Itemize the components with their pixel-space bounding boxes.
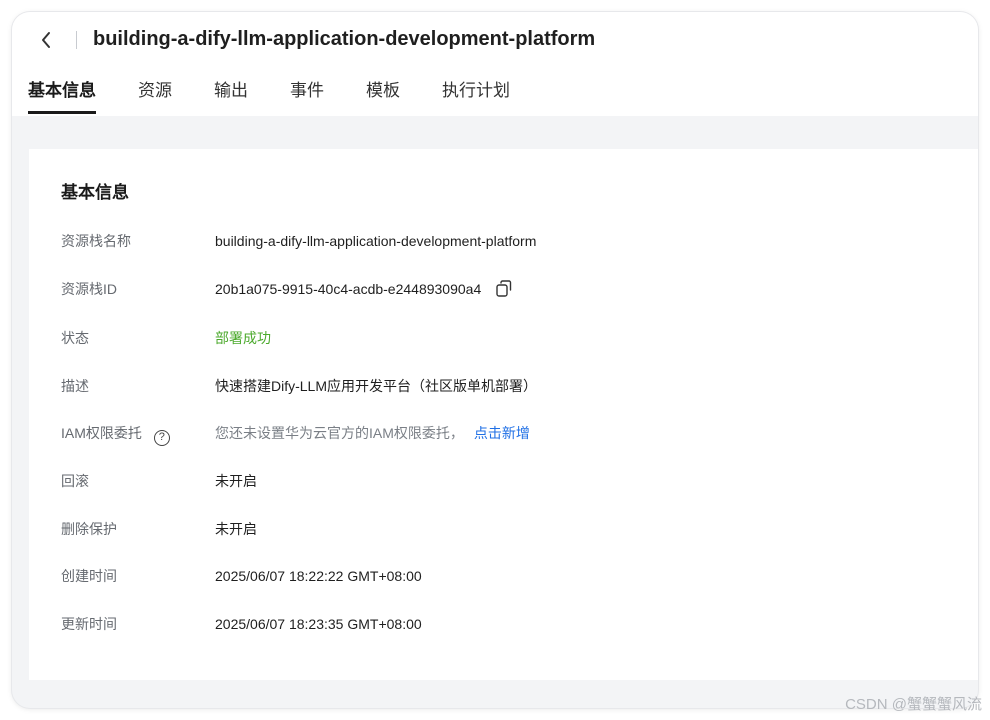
info-label: 回滚: [61, 473, 89, 489]
iam-label: IAM权限委托: [61, 425, 142, 441]
info-row-rollback: 回滚 未开启: [61, 470, 941, 492]
info-row-updated-time: 更新时间 2025/06/07 18:23:35 GMT+08:00: [61, 613, 941, 635]
add-iam-delegation-link[interactable]: 点击新增: [474, 425, 530, 441]
info-label-wrap: IAM权限委托 ?: [61, 422, 170, 446]
tab-bar: 基本信息 资源 输出 事件 模板 执行计划: [28, 78, 552, 116]
created-time-value: 2025/06/07 18:22:22 GMT+08:00: [215, 568, 422, 584]
copy-icon[interactable]: [495, 280, 513, 304]
updated-time-value: 2025/06/07 18:23:35 GMT+08:00: [215, 616, 422, 632]
tab-execution-plan[interactable]: 执行计划: [442, 78, 510, 116]
info-row-status: 状态 部署成功: [61, 327, 941, 349]
info-row-iam-delegation: IAM权限委托 ? 您还未设置华为云官方的IAM权限委托， 点击新增: [61, 422, 941, 446]
stack-detail-window: building-a-dify-llm-application-developm…: [12, 12, 978, 708]
back-button[interactable]: [34, 26, 58, 54]
tab-events[interactable]: 事件: [290, 78, 324, 116]
question-circle-icon[interactable]: ?: [153, 429, 170, 446]
status-value: 部署成功: [215, 330, 271, 346]
info-label: 描述: [61, 378, 89, 394]
info-row-stack-id: 资源栈ID 20b1a075-9915-40c4-acdb-e244893090…: [61, 278, 941, 300]
info-label: 资源栈ID: [61, 281, 117, 297]
basic-info-panel: 基本信息 资源栈名称 building-a-dify-llm-applicati…: [29, 149, 978, 680]
info-row-stack-name: 资源栈名称 building-a-dify-llm-application-de…: [61, 230, 941, 252]
info-label: 更新时间: [61, 616, 117, 632]
iam-value-wrap: 您还未设置华为云官方的IAM权限委托， 点击新增: [215, 422, 530, 444]
title-divider: [76, 31, 77, 49]
tab-template[interactable]: 模板: [366, 78, 400, 116]
info-row-delete-protection: 删除保护 未开启: [61, 518, 941, 540]
info-row-description: 描述 快速搭建Dify-LLM应用开发平台（社区版单机部署）: [61, 375, 941, 397]
stack-id-value-wrap: 20b1a075-9915-40c4-acdb-e244893090a4: [215, 278, 513, 304]
info-label: 删除保护: [61, 521, 117, 537]
info-label: 状态: [61, 330, 89, 346]
tab-resources[interactable]: 资源: [138, 78, 172, 116]
description-value: 快速搭建Dify-LLM应用开发平台（社区版单机部署）: [215, 378, 538, 394]
info-label: 资源栈名称: [61, 233, 131, 249]
watermark: CSDN @蟹蟹蟹风流: [845, 696, 982, 713]
chevron-left-icon: [42, 32, 50, 48]
delete-protection-value: 未开启: [215, 521, 257, 537]
page-title: building-a-dify-llm-application-developm…: [93, 28, 596, 50]
tab-outputs[interactable]: 输出: [214, 78, 248, 116]
stack-id-value: 20b1a075-9915-40c4-acdb-e244893090a4: [215, 281, 482, 297]
section-title: 基本信息: [61, 183, 129, 202]
stack-name-value: building-a-dify-llm-application-developm…: [215, 233, 537, 249]
info-row-created-time: 创建时间 2025/06/07 18:22:22 GMT+08:00: [61, 565, 941, 587]
rollback-value: 未开启: [215, 473, 257, 489]
info-label: 创建时间: [61, 568, 117, 584]
iam-value: 您还未设置华为云官方的IAM权限委托，: [215, 425, 464, 441]
header-bar: building-a-dify-llm-application-developm…: [12, 12, 978, 116]
tab-basic-info[interactable]: 基本信息: [28, 78, 96, 116]
